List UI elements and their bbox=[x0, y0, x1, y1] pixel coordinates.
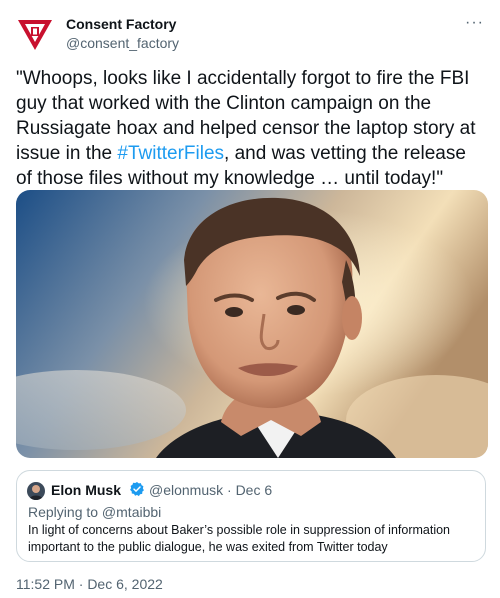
replying-to-text: Replying to @mtaibbi bbox=[28, 504, 162, 520]
quoted-tweet-text: In light of concerns about Baker’s possi… bbox=[28, 523, 450, 554]
portrait-photo bbox=[16, 190, 488, 458]
hashtag-link[interactable]: #TwitterFiles bbox=[117, 143, 224, 164]
tweet-text: "Whoops, looks like I accidentally forgo… bbox=[16, 66, 484, 191]
tweet-timestamp[interactable]: 11:52 PM · Dec 6, 2022 bbox=[16, 576, 163, 592]
quoted-author-avatar[interactable] bbox=[27, 482, 45, 500]
tweet-header: Consent Factory @consent_factory ··· bbox=[16, 14, 486, 54]
more-options-button[interactable]: ··· bbox=[465, 14, 484, 32]
consent-factory-logo-icon[interactable] bbox=[16, 16, 54, 54]
verified-badge-icon bbox=[130, 482, 144, 497]
tweet-media-photo[interactable] bbox=[16, 190, 488, 458]
author-name[interactable]: Consent Factory bbox=[66, 16, 176, 32]
quoted-author-handle-date[interactable]: @elonmusk · Dec 6 bbox=[149, 482, 272, 498]
author-handle[interactable]: @consent_factory bbox=[66, 35, 179, 51]
quoted-author-name[interactable]: Elon Musk bbox=[51, 482, 121, 498]
quoted-tweet[interactable]: Elon Musk @elonmusk · Dec 6 Replying to … bbox=[16, 470, 486, 562]
